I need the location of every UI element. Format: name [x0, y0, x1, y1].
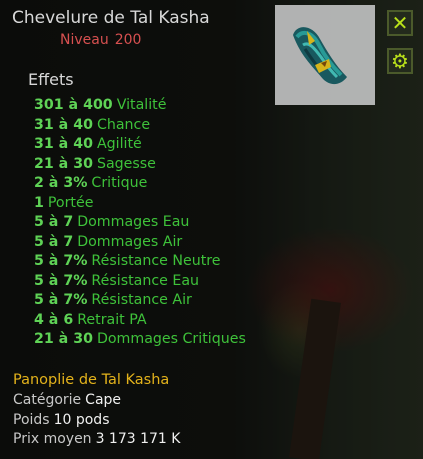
- item-image-frame: [275, 5, 375, 105]
- effect-stat: Sagesse: [96, 155, 156, 172]
- blue-hair-cape-icon: [293, 27, 347, 85]
- effect-value: 31 à 40: [34, 116, 93, 133]
- effect-value: 5 à 7: [34, 233, 74, 250]
- category-label: Catégorie: [13, 392, 82, 408]
- set-name-link[interactable]: Panoplie de Tal Kasha: [13, 372, 169, 388]
- item-tooltip-panel: Chevelure de Tal Kasha Niveau 200 ✕ ⚙ Eff…: [0, 0, 423, 459]
- effect-value: 301 à 400: [34, 97, 113, 113]
- effect-value: 2 à 3%: [34, 175, 88, 191]
- effect-row: 5 à 7% Résistance Neutre: [34, 252, 246, 272]
- effect-row: 31 à 40 Agilité: [34, 135, 246, 155]
- effect-stat: Dommages Critiques: [96, 331, 246, 347]
- effect-row: 5 à 7 Dommages Air: [34, 233, 246, 253]
- effects-list: 301 à 400 Vitalité 31 à 40 Chance 31 à 40 A…: [34, 96, 246, 350]
- effect-row: 5 à 7% Résistance Air: [34, 291, 246, 311]
- effect-value: 5 à 7: [34, 214, 74, 230]
- price-value: 3 173 171 K: [95, 431, 181, 447]
- effect-stat: Chance: [96, 116, 151, 133]
- level-label: Niveau: [60, 32, 109, 48]
- item-level: Niveau 200: [60, 32, 147, 48]
- category-value: Cape: [85, 392, 122, 408]
- effect-stat: Agilité: [96, 136, 142, 152]
- close-icon: ✕: [391, 11, 409, 35]
- effect-value: 5 à 7%: [34, 253, 88, 269]
- effect-stat: Dommages Air: [77, 233, 183, 250]
- effect-stat: Résistance Neutre: [91, 253, 221, 269]
- settings-button[interactable]: ⚙: [387, 48, 413, 74]
- background-tree-trunk: [289, 298, 341, 459]
- effect-stat: Retrait PA: [77, 311, 147, 328]
- effect-value: 5 à 7%: [34, 272, 88, 289]
- effect-row: 5 à 7 Dommages Eau: [34, 213, 246, 233]
- effect-value: 5 à 7%: [34, 292, 88, 308]
- effect-value: 21 à 30: [34, 155, 93, 172]
- effect-value: 1: [34, 194, 44, 211]
- effect-row: 5 à 7% Résistance Eau: [34, 272, 246, 292]
- item-name: Chevelure de Tal Kasha: [12, 8, 210, 28]
- effect-stat: Résistance Air: [91, 292, 192, 308]
- effect-row: 4 à 6 Retrait PA: [34, 311, 246, 331]
- gear-icon: ⚙: [391, 49, 409, 73]
- effect-stat: Vitalité: [116, 97, 167, 113]
- weight-label: Poids: [13, 412, 50, 428]
- effect-row: 31 à 40 Chance: [34, 116, 246, 136]
- effect-value: 31 à 40: [34, 136, 93, 152]
- effect-row: 301 à 400 Vitalité: [34, 96, 246, 116]
- effect-row: 1 Portée: [34, 194, 246, 214]
- average-price-row: Prix moyen 3 173 171 K: [13, 431, 180, 447]
- weight-row: Poids 10 pods: [13, 412, 110, 428]
- effect-stat: Résistance Eau: [91, 272, 200, 289]
- effects-heading: Effets: [28, 70, 74, 89]
- price-label: Prix moyen: [13, 431, 92, 447]
- close-button[interactable]: ✕: [387, 10, 413, 36]
- effect-row: 21 à 30 Sagesse: [34, 155, 246, 175]
- category-row: Catégorie Cape: [13, 392, 121, 408]
- effect-stat: Portée: [47, 194, 94, 211]
- effect-value: 4 à 6: [34, 311, 74, 328]
- effect-row: 2 à 3% Critique: [34, 174, 246, 194]
- effect-stat: Critique: [91, 175, 148, 191]
- level-value: 200: [114, 32, 142, 48]
- effect-value: 21 à 30: [34, 331, 93, 347]
- effect-row: 21 à 30 Dommages Critiques: [34, 330, 246, 350]
- weight-value: 10 pods: [53, 412, 110, 428]
- effect-stat: Dommages Eau: [77, 214, 190, 230]
